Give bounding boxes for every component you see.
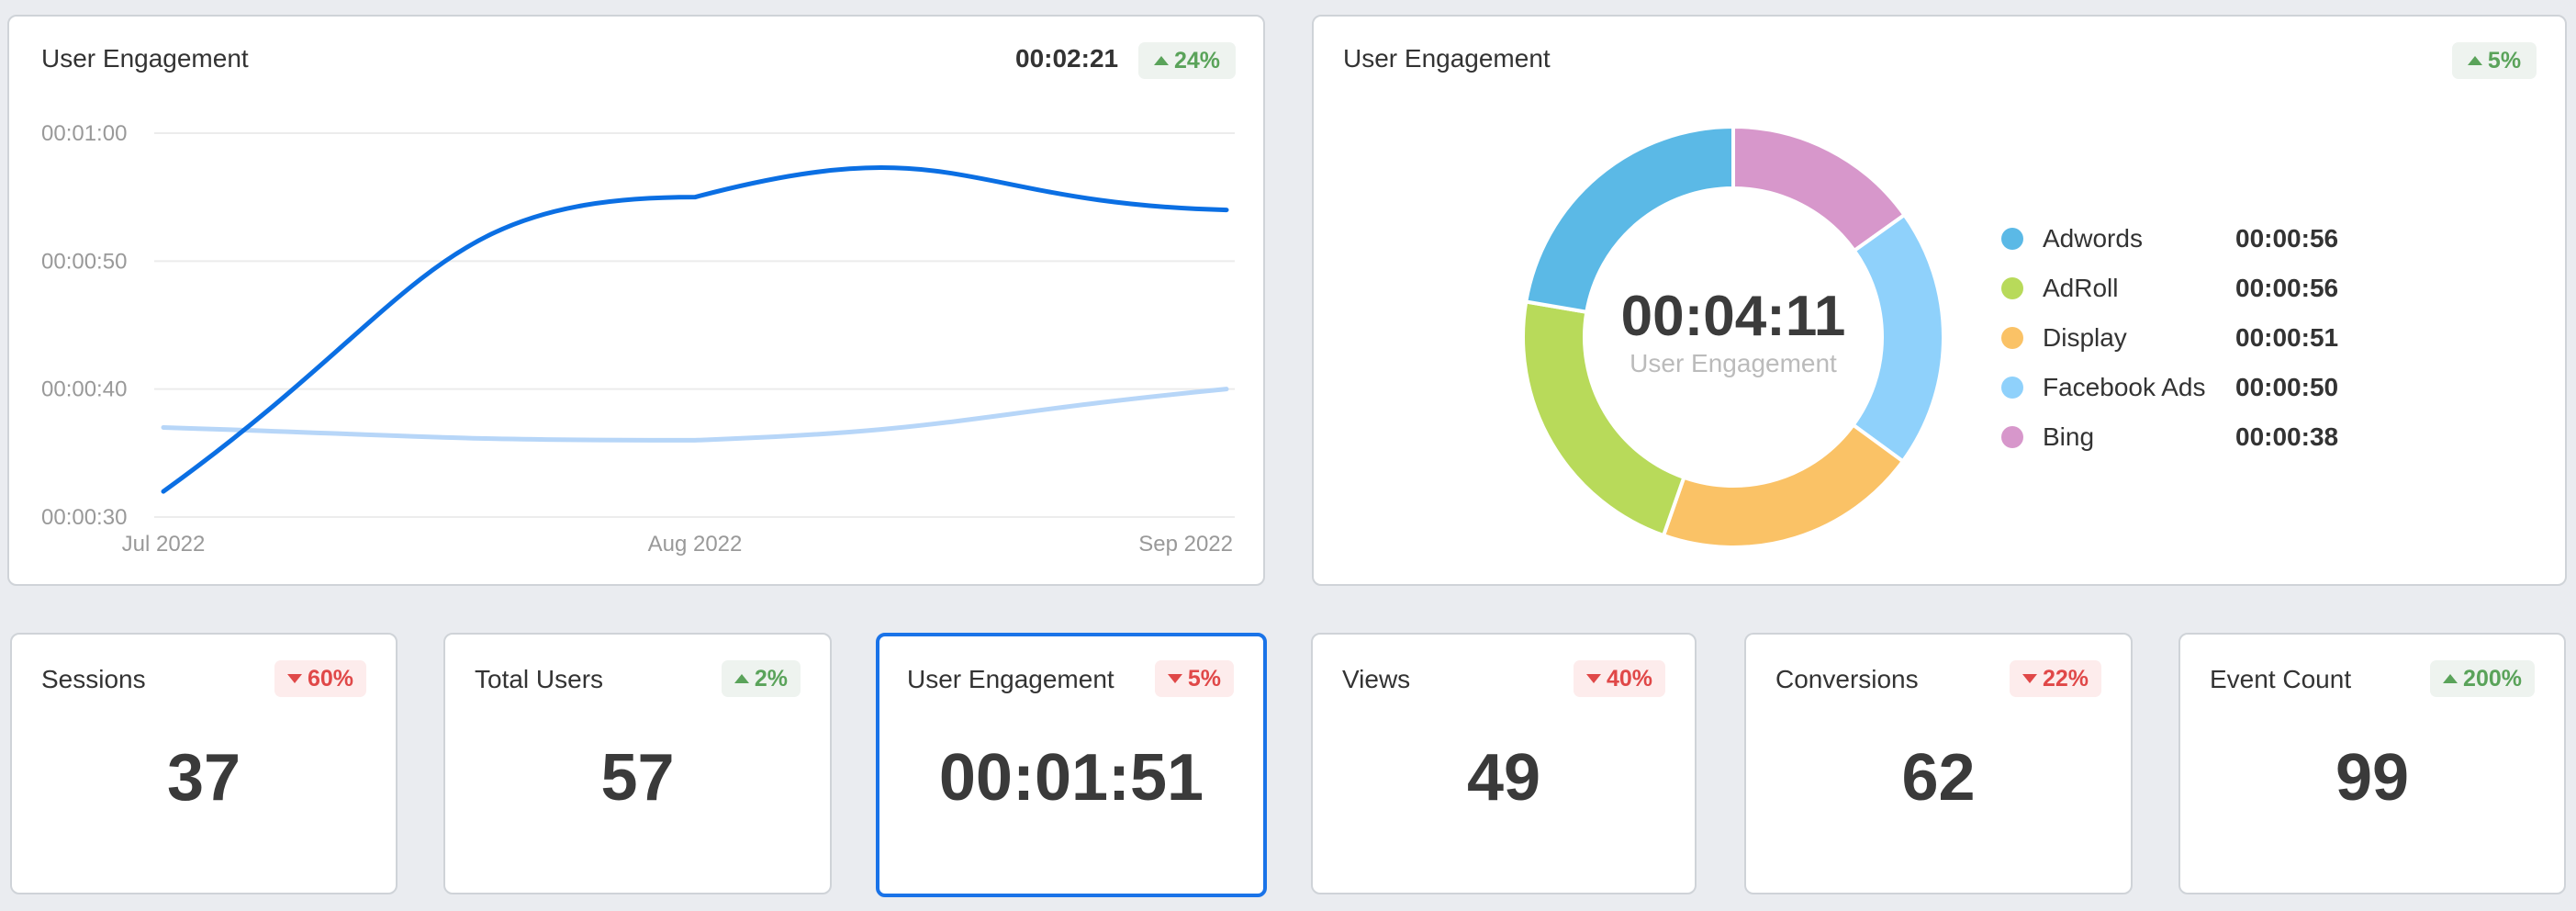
kpi-value: 99 [2335,741,2410,815]
kpi-card-sessions[interactable]: Sessions 60% 37 [10,633,398,894]
series-line-previous[interactable] [161,387,1229,443]
legend-value: 00:00:50 [2235,373,2339,401]
legend-dot-icon [2001,327,2023,349]
x-tick-label: Aug 2022 [648,532,743,557]
kpi-change-badge: 5% [1154,660,1234,697]
kpi-title: Views [1342,665,1411,693]
legend-label: Facebook Ads [2043,373,2206,401]
kpi-title: Conversions [1775,665,1919,693]
kpi-title: User Engagement [907,665,1114,693]
badge-text: 5% [2487,47,2522,73]
legend-dot-icon [2001,277,2023,299]
arrow-down-icon [286,674,302,683]
x-tick-label: Sep 2022 [1138,532,1233,557]
kpi-card-views[interactable]: Views 40% 49 [1311,633,1697,894]
badge-text: 2% [754,665,788,692]
donut-center-label: User Engagement [1630,349,1837,377]
legend-dot-icon [2001,426,2023,448]
kpi-change-badge: 40% [1573,660,1665,697]
y-tick-label: 00:00:50 [41,249,127,274]
kpi-card-total-users[interactable]: Total Users 2% 57 [443,633,832,894]
badge-text: 200% [2463,665,2522,692]
badge-text: 5% [1187,665,1221,692]
kpi-value: 37 [166,741,241,815]
donut-slice-display[interactable] [1661,422,1906,549]
kpi-card-conversions[interactable]: Conversions 22% 62 [1744,633,2133,894]
arrow-down-icon [1585,674,1601,683]
kpi-value: 49 [1466,741,1541,815]
badge-text: 60% [307,665,353,692]
kpi-card-event-count[interactable]: Event Count 200% 99 [2178,633,2566,894]
legend-label: Bing [2043,422,2095,451]
line-chart: 00:00:30 00:00:40 00:00:50 00:01:00 Jul 202… [41,121,1235,557]
kpi-change-badge: 200% [2430,660,2535,697]
donut-chart-title: User Engagement [1343,44,1551,73]
kpi-change-badge: 60% [274,660,366,697]
arrow-up-icon [2467,56,2482,65]
y-tick-label: 00:00:30 [41,505,127,530]
kpi-title: Total Users [475,665,604,693]
kpi-value: 00:01:51 [938,741,1204,815]
kpi-change-badge: 22% [2009,660,2101,697]
legend-value: 00:00:38 [2235,422,2339,451]
arrow-down-icon [2022,674,2037,683]
arrow-up-icon [2443,674,2458,683]
arrow-up-icon [734,674,749,683]
kpi-value: 62 [1901,741,1976,815]
legend-value: 00:00:51 [2235,323,2339,352]
legend-label: Adwords [2043,224,2143,253]
x-tick-label: Jul 2022 [122,532,206,557]
legend-label: Display [2043,323,2127,352]
kpi-card-user-engagement[interactable]: User Engagement 5% 00:01:51 [876,633,1267,897]
legend-value: 00:00:56 [2235,274,2339,302]
y-tick-label: 00:01:00 [41,121,127,146]
badge-text: 40% [1606,665,1652,692]
legend-label: AdRoll [2043,274,2119,302]
donut-chart-change-badge: 5% [2452,42,2537,79]
kpi-value: 57 [600,741,675,815]
kpi-change-badge: 2% [721,660,801,697]
legend-dot-icon [2001,377,2023,399]
donut-center-value: 00:04:11 [1620,285,1846,348]
legend-dot-icon [2001,228,2023,250]
y-tick-label: 00:00:40 [41,377,127,402]
kpi-title: Event Count [2210,665,2352,693]
kpi-title: Sessions [41,665,146,693]
arrow-down-icon [1167,674,1182,683]
badge-text: 22% [2042,665,2089,692]
legend-value: 00:00:56 [2235,224,2339,253]
series-line-current[interactable] [161,165,1229,494]
